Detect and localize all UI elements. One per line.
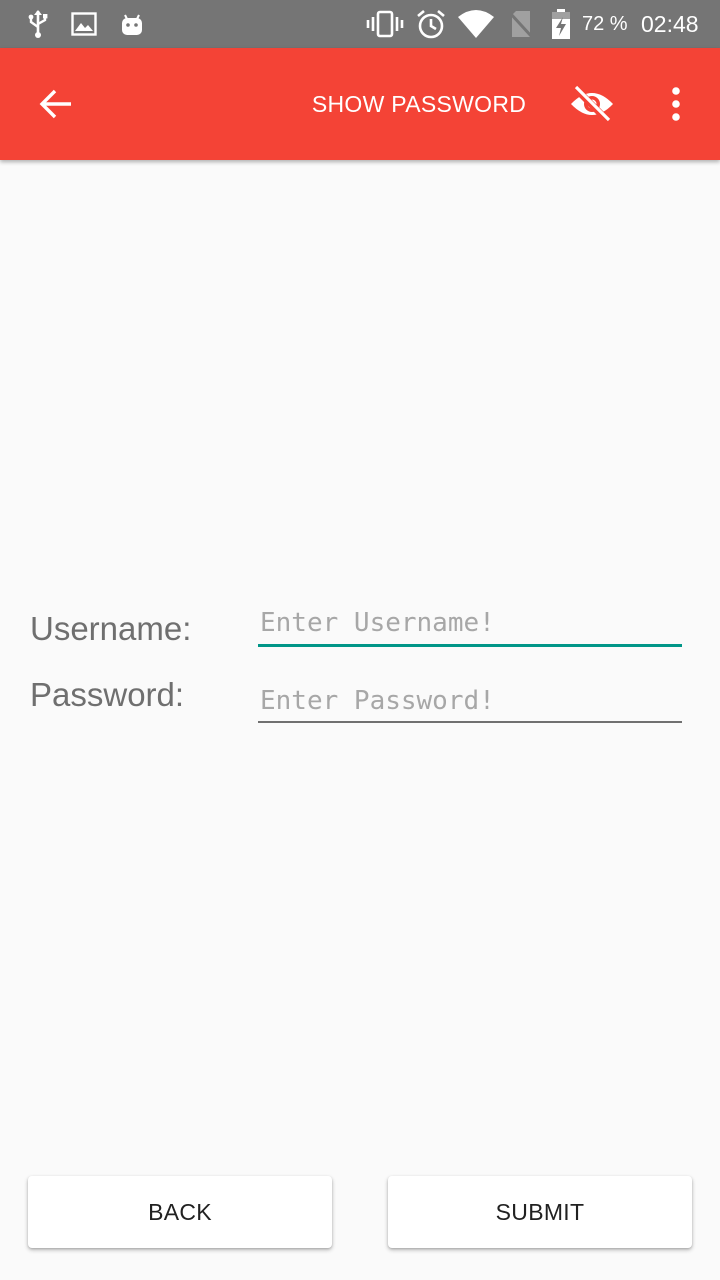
username-label: Username: — [30, 610, 192, 647]
app-bar: SHOW PASSWORD — [0, 48, 720, 160]
submit-button[interactable]: SUBMIT — [388, 1176, 692, 1248]
back-button[interactable] — [24, 76, 88, 132]
no-sim-icon — [506, 8, 536, 40]
status-bar: 72 % 02:48 — [0, 0, 720, 48]
android-icon — [118, 8, 146, 40]
password-underline — [258, 721, 682, 723]
alarm-icon — [414, 8, 448, 40]
arrow-back-icon — [39, 89, 71, 119]
password-input[interactable] — [258, 674, 682, 728]
toggle-visibility-button[interactable] — [560, 76, 624, 132]
username-underline — [258, 644, 682, 647]
battery-charging-icon — [548, 8, 574, 40]
show-password-action[interactable]: SHOW PASSWORD — [300, 76, 538, 132]
battery-percent: 72 % — [582, 13, 628, 35]
back-button-bottom[interactable]: BACK — [28, 1176, 332, 1248]
username-input[interactable] — [258, 596, 682, 650]
password-label: Password: — [30, 676, 185, 713]
more-vert-icon — [672, 87, 680, 121]
wifi-icon — [456, 8, 496, 40]
visibility-off-icon — [571, 85, 613, 124]
image-icon — [70, 8, 98, 40]
overflow-menu-button[interactable] — [648, 76, 704, 132]
vibrate-icon — [366, 8, 404, 40]
clock: 02:48 — [641, 11, 699, 37]
usb-icon — [24, 8, 52, 40]
